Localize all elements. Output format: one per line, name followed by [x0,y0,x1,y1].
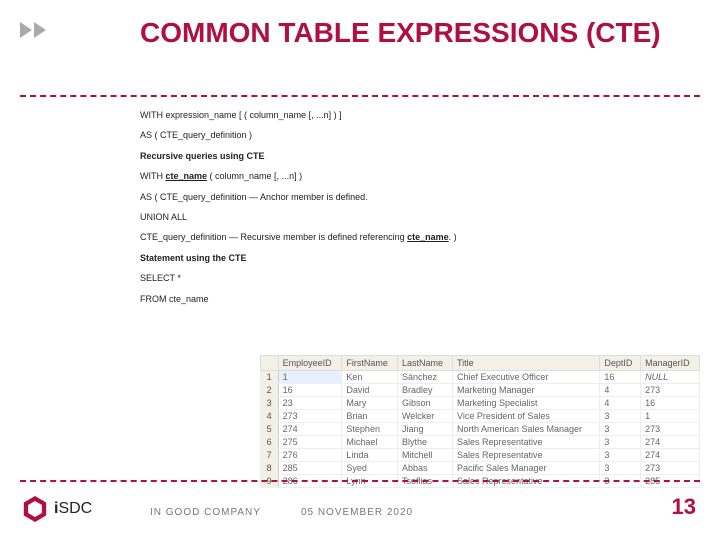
table-cell: Ken [342,371,398,384]
table-cell: Stephen [342,423,398,436]
table-cell: 274 [278,423,342,436]
table-cell: 4 [600,384,641,397]
table-cell: Gibson [397,397,452,410]
table-cell: 16 [600,371,641,384]
divider [20,95,700,97]
table-cell: 3 [600,436,641,449]
table-cell: North American Sales Manager [452,423,599,436]
table-cell: Mitchell [397,449,452,462]
footer-tagline: IN GOOD COMPANY [150,507,261,518]
table-row: 11KenSánchezChief Executive Officer16NUL… [261,371,700,384]
table-cell: 273 [641,384,700,397]
table-cell: 5 [261,423,279,436]
table-cell: Blythe [397,436,452,449]
footer-date: 05 NOVEMBER 2020 [301,507,413,518]
table-cell: Pacific Sales Manager [452,462,599,475]
table-row: 323MaryGibsonMarketing Specialist416 [261,397,700,410]
table-cell: 276 [278,449,342,462]
arrow-icon [20,22,32,38]
table-cell: Sales Representative [452,436,599,449]
results-table: EmployeeIDFirstNameLastNameTitleDeptIDMa… [260,355,700,488]
table-row: 4273BrianWelckerVice President of Sales3… [261,410,700,423]
table-row: 8285SyedAbbasPacific Sales Manager3273 [261,462,700,475]
results-table-area: EmployeeIDFirstNameLastNameTitleDeptIDMa… [260,355,700,488]
table-cell: Syed [342,462,398,475]
column-header [261,356,279,371]
code-line: UNION ALL [140,210,700,224]
table-row: 7276LindaMitchellSales Representative327… [261,449,700,462]
table-cell: Abbas [397,462,452,475]
column-header: EmployeeID [278,356,342,371]
slide-body: WITH expression_name [ ( column_name [, … [140,108,700,312]
nav-arrows [20,22,46,38]
table-cell: 275 [278,436,342,449]
table-cell: 3 [600,462,641,475]
table-cell: 2 [261,384,279,397]
table-cell: 273 [641,423,700,436]
table-cell: Michael [342,436,398,449]
table-cell: 285 [278,462,342,475]
table-cell: Sales Representative [452,449,599,462]
table-cell: 8 [261,462,279,475]
column-header: Title [452,356,599,371]
code-line: SELECT * [140,271,700,285]
logo: iSDC [22,496,92,522]
table-cell: 3 [600,423,641,436]
footer-center: IN GOOD COMPANY 05 NOVEMBER 2020 [150,507,413,518]
table-cell: Linda [342,449,398,462]
table-cell: 3 [600,449,641,462]
table-cell: 16 [278,384,342,397]
code-line: AS ( CTE_query_definition ) [140,128,700,142]
code-line: WITH cte_name ( column_name [, ...n] ) [140,169,700,183]
code-line: AS ( CTE_query_definition — Anchor membe… [140,190,700,204]
table-cell: 273 [278,410,342,423]
code-line: CTE_query_definition — Recursive member … [140,230,700,244]
column-header: DeptID [600,356,641,371]
divider [20,480,700,482]
table-cell: Marketing Manager [452,384,599,397]
column-header: FirstName [342,356,398,371]
table-row: 216DavidBradleyMarketing Manager4273 [261,384,700,397]
table-cell: Sánchez [397,371,452,384]
table-row: 6275MichaelBlytheSales Representative327… [261,436,700,449]
table-cell: 1 [641,410,700,423]
table-cell: 3 [261,397,279,410]
table-cell: 1 [261,371,279,384]
code-line: WITH expression_name [ ( column_name [, … [140,108,700,122]
table-cell: 16 [641,397,700,410]
table-cell: 4 [600,397,641,410]
table-cell: 274 [641,449,700,462]
table-cell: Vice President of Sales [452,410,599,423]
table-cell: Marketing Specialist [452,397,599,410]
footer: iSDC IN GOOD COMPANY 05 NOVEMBER 2020 13 [0,494,720,530]
table-cell: 4 [261,410,279,423]
hex-icon [22,496,48,522]
page-number: 13 [672,494,696,520]
arrow-icon [34,22,46,38]
section-heading: Recursive queries using CTE [140,149,700,163]
page-title: COMMON TABLE EXPRESSIONS (CTE) [140,18,680,49]
table-cell: 3 [600,410,641,423]
table-cell: Bradley [397,384,452,397]
table-cell: Jiang [397,423,452,436]
table-cell: 23 [278,397,342,410]
table-row: 5274StephenJiangNorth American Sales Man… [261,423,700,436]
section-heading: Statement using the CTE [140,251,700,265]
column-header: ManagerID [641,356,700,371]
table-cell: David [342,384,398,397]
code-line: FROM cte_name [140,292,700,306]
table-cell: Chief Executive Officer [452,371,599,384]
table-cell: Mary [342,397,398,410]
table-cell: 274 [641,436,700,449]
brand-text: iSDC [54,500,92,518]
table-cell: 1 [278,371,342,384]
table-cell: 6 [261,436,279,449]
table-cell: 273 [641,462,700,475]
table-cell: Welcker [397,410,452,423]
table-cell: NULL [641,371,700,384]
column-header: LastName [397,356,452,371]
table-cell: 7 [261,449,279,462]
table-cell: Brian [342,410,398,423]
